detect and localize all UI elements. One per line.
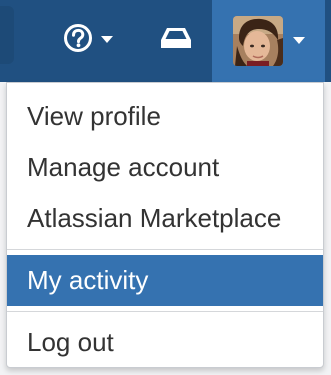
chevron-down-icon (292, 37, 305, 45)
user-menu-button[interactable] (212, 0, 325, 82)
avatar (232, 16, 283, 66)
menu-divider (7, 249, 323, 250)
inbox-icon (159, 26, 193, 55)
chevron-down-icon (101, 36, 113, 44)
menu-item-log-out[interactable]: Log out (7, 317, 323, 368)
inbox-button[interactable] (148, 14, 204, 66)
question-circle-icon (63, 23, 93, 58)
top-navigation-bar (0, 0, 331, 82)
menu-divider (7, 311, 323, 312)
header-edge (0, 6, 14, 64)
menu-item-my-activity[interactable]: My activity (7, 255, 323, 306)
menu-item-atlassian-marketplace[interactable]: Atlassian Marketplace (7, 193, 323, 244)
menu-item-view-profile[interactable]: View profile (7, 91, 323, 142)
menu-item-manage-account[interactable]: Manage account (7, 142, 323, 193)
help-menu-button[interactable] (52, 14, 124, 66)
user-dropdown-menu: View profile Manage account Atlassian Ma… (6, 82, 324, 368)
